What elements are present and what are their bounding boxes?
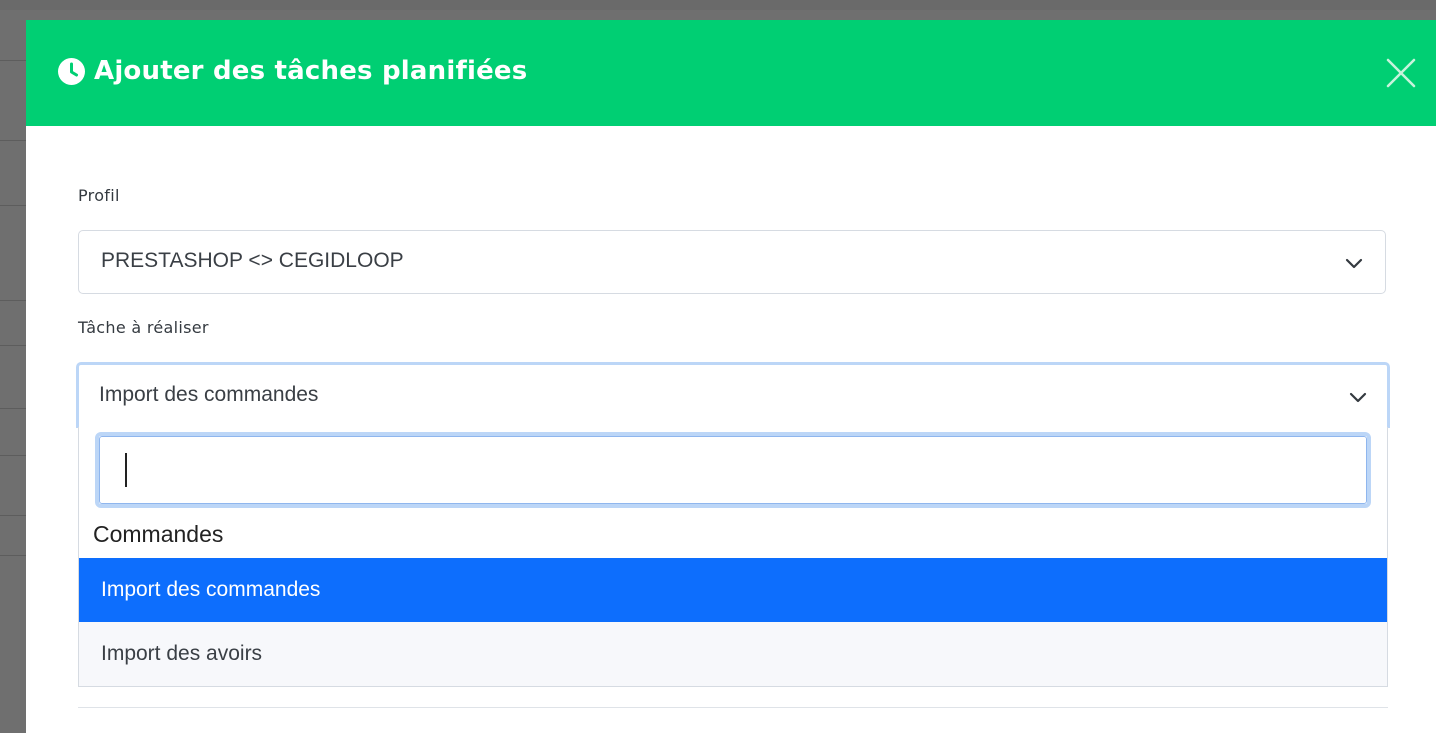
profile-label: Profil [78,186,120,205]
add-scheduled-tasks-modal: Ajouter des tâches planifiées Profil PRE… [26,20,1436,733]
backdrop-divider [0,300,26,301]
form-divider [78,707,1388,708]
backdrop-top-bar [0,0,1436,10]
option-group-label: Commandes [93,521,224,547]
backdrop-divider [0,345,26,346]
search-field-border [99,436,1367,504]
backdrop-divider [0,140,26,141]
backdrop-divider [0,515,26,516]
backdrop-divider [0,455,26,456]
chevron-down-icon [1349,389,1367,403]
modal-header: Ajouter des tâches planifiées [26,20,1436,126]
task-select-value: Import des commandes [99,383,319,406]
modal-title: Ajouter des tâches planifiées [94,56,528,86]
backdrop-divider [0,60,26,61]
task-select[interactable]: Import des commandes [76,362,1390,428]
option-import-avoirs[interactable]: Import des avoirs [79,622,1387,686]
backdrop-divider [0,408,26,409]
profile-select[interactable]: PRESTASHOP <> CEGIDLOOP [78,230,1386,294]
option-import-commandes[interactable]: Import des commandes [79,558,1387,622]
dropdown-search-input[interactable] [95,432,1371,508]
text-caret [125,453,127,487]
backdrop-divider [0,555,26,556]
clock-icon [58,58,85,85]
backdrop-divider [0,205,26,206]
task-dropdown: Commandes Import des commandes Import de… [78,427,1388,687]
close-icon[interactable] [1384,56,1418,90]
profile-select-value: PRESTASHOP <> CEGIDLOOP [101,249,404,272]
task-label: Tâche à réaliser [78,318,209,337]
chevron-down-icon [1345,255,1363,269]
